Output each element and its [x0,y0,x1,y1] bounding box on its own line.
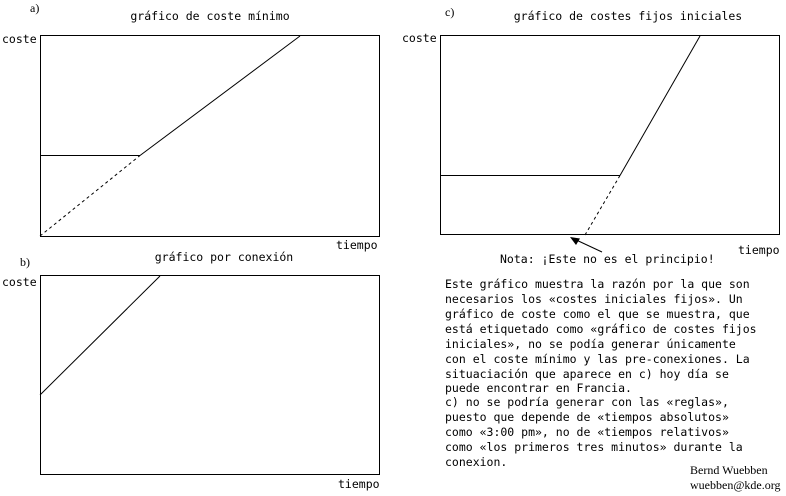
explanation-line: conexion. [445,455,507,469]
author-block: Bernd Wuebben wuebben@kde.org [690,463,780,492]
panel-c-title: gráfico de costes fijos iniciales [514,9,742,23]
panel-a: a) gráfico de coste mínimo coste tiempo [2,1,380,252]
diagram-canvas: a) gráfico de coste mínimo coste tiempo … [0,0,786,496]
panel-a-rising-line [139,35,301,156]
panel-b-cost-line [39,275,161,396]
explanation-line: Este gráfico muestra la razón por la que… [445,277,750,291]
panel-b-letter: b) [20,255,30,269]
panel-a-letter: a) [30,1,39,15]
panel-c-ylabel: coste [402,31,437,45]
panel-c-xlabel: tiempo [738,243,780,257]
diagram-svg: a) gráfico de coste mínimo coste tiempo … [2,1,780,492]
panel-a-dashed-extrapolation [39,155,141,237]
panel-c: c) gráfico de costes fijos iniciales cos… [402,5,780,266]
explanation-line: c) no se podría generar con las «reglas»… [445,395,729,409]
author-email: wuebben@kde.org [690,478,780,492]
panel-b: b) gráfico por conexión coste tiempo [2,250,380,491]
explanation-line: puesto que depende de «tiempos absolutos… [445,410,729,424]
panel-b-xlabel: tiempo [338,477,380,491]
panel-c-rising-line [619,35,701,176]
panel-a-frame [40,35,380,237]
explanation-line: con el coste mínimo y las pre-conexiones… [445,352,750,366]
explanation-line: gráfico de coste como el que se muestra,… [445,307,750,321]
panel-b-title: gráfico por conexión [155,250,293,264]
panel-b-ylabel: coste [2,275,37,289]
panel-a-xlabel: tiempo [336,238,378,252]
panel-c-dashed-extrapolation [584,175,621,236]
panel-a-title: gráfico de coste mínimo [130,9,289,23]
explanation-line: necesarios los «costes iniciales fijos».… [445,292,743,306]
panel-c-note: Nota: ¡Este no es el principio! [500,252,715,266]
explanation-line: como «los primeros tres minutos» durante… [445,440,743,454]
explanation-line: situaciación que aparece en c) hoy día s… [445,367,729,381]
panel-c-letter: c) [445,5,454,19]
panel-a-ylabel: coste [2,32,37,46]
explanation-line: está etiquetado como «gráfico de costes … [445,322,757,336]
explanation-block: Este gráfico muestra la razón por la que… [445,277,757,469]
explanation-line: puede encontrar en Francia. [445,381,632,395]
author-name: Bernd Wuebben [690,463,768,477]
panel-c-frame [440,35,780,235]
panel-b-frame [40,275,380,475]
explanation-line: como «3:00 pm», no de «tiempos relativos… [445,425,729,439]
explanation-line: iniciales», no se podía generar únicamen… [445,337,736,351]
